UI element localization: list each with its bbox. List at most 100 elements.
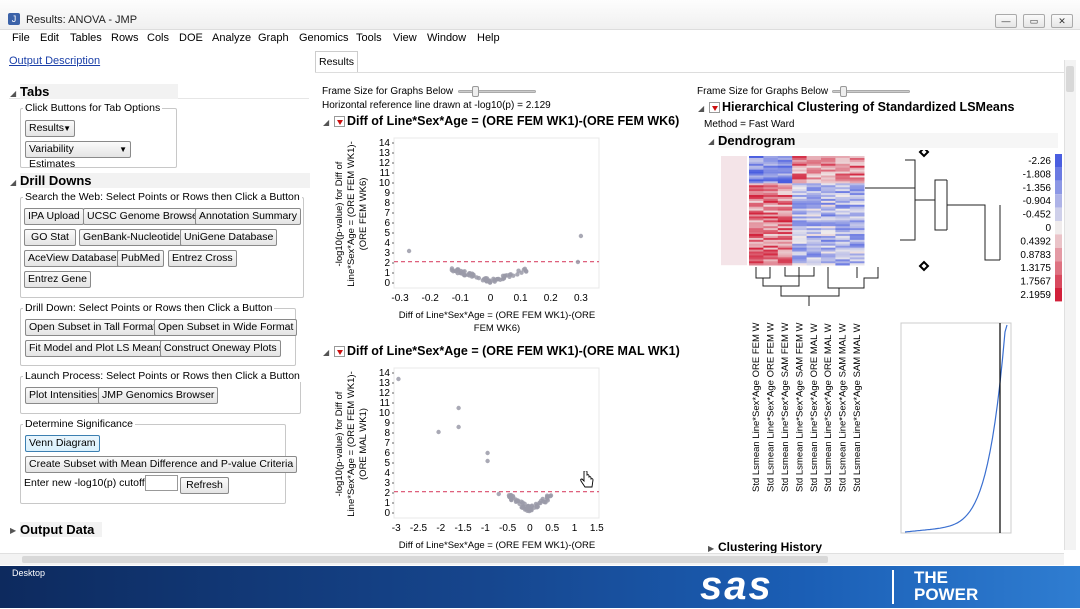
results-combo[interactable]: Results ▼: [25, 120, 75, 137]
fit-model-button[interactable]: Fit Model and Plot LS Means: [25, 340, 168, 357]
heatmap-cell: [821, 249, 836, 252]
heatmap-cell: [806, 187, 822, 190]
menu-help[interactable]: Help: [477, 32, 500, 44]
variability-combo[interactable]: Variability Estimates ▼: [25, 141, 131, 170]
heatmap-cell: [749, 261, 764, 264]
open-subset-wide-button[interactable]: Open Subset in Wide Format: [154, 319, 298, 336]
refresh-button[interactable]: Refresh: [180, 477, 229, 494]
dendrogram-disclosure-icon[interactable]: ◢: [708, 137, 714, 146]
menu-tables[interactable]: Tables: [70, 32, 102, 44]
plot1-red-triangle-menu[interactable]: [334, 116, 345, 127]
vertical-scrollbar[interactable]: [1064, 60, 1076, 550]
tab-results[interactable]: Results: [315, 51, 358, 73]
venn-diagram-button[interactable]: Venn Diagram: [25, 435, 100, 452]
heatmap-cell: [792, 259, 807, 262]
annotation-summary-button[interactable]: Annotation Summary: [195, 208, 302, 225]
plot2-disclosure-icon[interactable]: ◢: [323, 348, 329, 357]
menu-tools[interactable]: Tools: [356, 32, 382, 44]
heatmap-cell: [777, 187, 793, 190]
entrez-gene-button[interactable]: Entrez Gene: [24, 271, 91, 288]
go-stat-button[interactable]: GO Stat: [24, 229, 76, 246]
data-point: [519, 270, 524, 275]
clustering-history-header[interactable]: Clustering History: [718, 540, 822, 554]
menu-doe[interactable]: DOE: [179, 32, 203, 44]
construct-oneway-button[interactable]: Construct Oneway Plots: [160, 340, 281, 357]
heatmap-cell: [821, 226, 836, 229]
cluster-disclosure-icon[interactable]: ◢: [698, 104, 704, 113]
cluster-red-triangle-menu[interactable]: [709, 102, 720, 113]
cutoff-input[interactable]: [145, 475, 178, 491]
dendrogram-header[interactable]: Dendrogram: [718, 133, 1058, 148]
heatmap-cell: [792, 208, 807, 211]
open-subset-tall-button[interactable]: Open Subset in Tall Format: [25, 319, 161, 336]
column-label: Std Lsmean Line*Sex*Age SAM MAL W: [852, 323, 863, 492]
plot-intensities-button[interactable]: Plot Intensities: [25, 387, 102, 404]
heatmap-cell: [763, 232, 779, 235]
maximize-button[interactable]: ▭: [1023, 14, 1045, 28]
create-subset-button[interactable]: Create Subset with Mean Difference and P…: [25, 456, 298, 473]
output-data-disclosure-icon[interactable]: ▶: [10, 526, 16, 535]
aceview-database-button[interactable]: AceView Database: [24, 250, 121, 267]
heatmap-cell: [777, 239, 793, 243]
ipa-upload-button[interactable]: IPA Upload: [24, 208, 84, 225]
heatmap-cell: [835, 159, 851, 163]
menu-view[interactable]: View: [393, 32, 417, 44]
heatmap-cell: [777, 191, 793, 194]
heatmap-cell: [792, 183, 807, 186]
frame-size-slider[interactable]: [458, 90, 536, 93]
horizontal-scrollbar-thumb[interactable]: [22, 556, 828, 563]
right-frame-size-label: Frame Size for Graphs Below: [697, 86, 829, 97]
drill-downs-header[interactable]: Drill Downs: [20, 173, 310, 188]
menu-graph[interactable]: Graph: [258, 32, 289, 44]
menu-analyze[interactable]: Analyze: [212, 32, 251, 44]
heatmap-cell: [806, 163, 822, 167]
jmp-genomics-browser-button[interactable]: JMP Genomics Browser: [98, 387, 219, 404]
menu-file[interactable]: File: [12, 32, 30, 44]
heatmap-cell: [821, 198, 836, 202]
menu-window[interactable]: Window: [427, 32, 466, 44]
clustering-history-disclosure-icon[interactable]: ▶: [708, 544, 714, 553]
tabs-header[interactable]: Tabs: [20, 84, 178, 99]
dendrogram-chart[interactable]: Std Lsmean Line*Sex*Age ORE FEM W Std Lsm…: [715, 150, 1065, 545]
heatmap-cell: [835, 226, 851, 229]
vertical-scrollbar-thumb[interactable]: [1066, 66, 1074, 92]
unigene-database-button[interactable]: UniGene Database: [180, 229, 278, 246]
heatmap-cell: [821, 196, 836, 200]
heatmap-cell: [777, 189, 793, 192]
drill-disclosure-icon[interactable]: ◢: [10, 178, 16, 187]
heatmap-cell: [777, 226, 793, 229]
volcano-plot-1[interactable]: 14131211109876543210 -0.3 -0.2 -0.1 0 0.1 0.2…: [330, 132, 610, 337]
heatmap-cell: [749, 232, 764, 235]
heatmap-cell: [749, 251, 764, 254]
entrez-cross-button[interactable]: Entrez Cross: [168, 250, 237, 267]
genbank-nucleotide-button[interactable]: GenBank-Nucleotide: [79, 229, 184, 246]
output-data-header[interactable]: Output Data: [20, 522, 102, 537]
ucsc-genome-browser-button[interactable]: UCSC Genome Browser: [83, 208, 206, 225]
right-frame-size-slider-thumb[interactable]: [840, 86, 847, 97]
minimize-button[interactable]: —: [995, 14, 1017, 28]
heatmap-cell: [792, 193, 807, 196]
menu-cols[interactable]: Cols: [147, 32, 169, 44]
heatmap-cell: [806, 156, 822, 159]
heatmap-cell: [806, 202, 822, 206]
menu-edit[interactable]: Edit: [40, 32, 59, 44]
data-point: [575, 259, 581, 265]
legend-label: -2.26: [1028, 156, 1051, 167]
pubmed-button[interactable]: PubMed: [117, 250, 165, 267]
method-text: Method = Fast Ward: [704, 119, 795, 130]
heatmap-cell: [849, 163, 865, 167]
plot1-disclosure-icon[interactable]: ◢: [323, 118, 329, 127]
tabs-disclosure-icon[interactable]: ◢: [10, 89, 16, 98]
volcano-plot-2[interactable]: 14131211109876543210 -3 -2.5 -2 -1.5 -1 -0.5 0…: [330, 362, 610, 552]
heatmap-cell: [792, 181, 807, 184]
search-web-label: Search the Web: Select Points or Rows th…: [23, 191, 302, 203]
banner-tagline-2: POWER: [914, 585, 979, 604]
heatmap-cell: [821, 165, 836, 168]
plot2-red-triangle-menu[interactable]: [334, 346, 345, 357]
output-description-link[interactable]: Output Description: [9, 55, 100, 67]
menu-genomics[interactable]: Genomics: [299, 32, 349, 44]
close-button[interactable]: ✕: [1051, 14, 1073, 28]
menu-rows[interactable]: Rows: [111, 32, 139, 44]
heatmap-cell: [777, 224, 793, 227]
frame-size-slider-thumb[interactable]: [472, 86, 479, 97]
